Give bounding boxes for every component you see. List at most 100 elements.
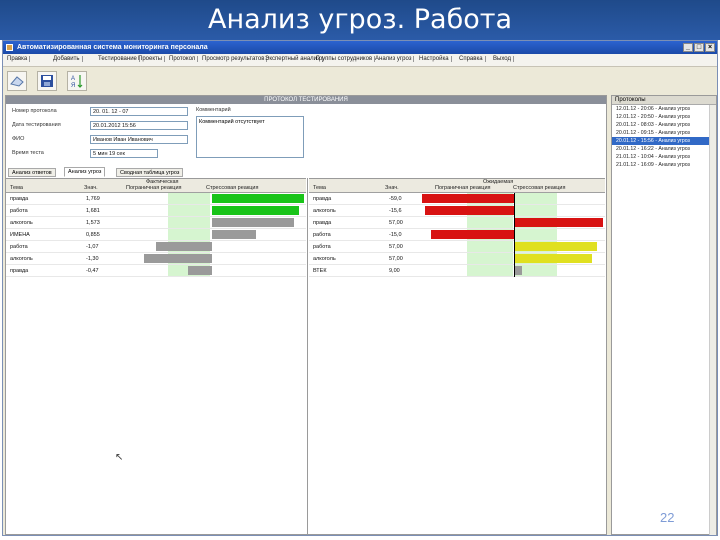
table-row[interactable]: ВТЕК 9,00 (309, 265, 605, 277)
protocol-list-item[interactable]: 20.01.12 - 15:56 - Анализ угроз (612, 137, 716, 145)
threat-bar (514, 242, 597, 251)
field-number[interactable]: 20. 01. 12 - 07 (90, 107, 188, 116)
table-row[interactable]: работа -15,0 (309, 229, 605, 241)
table-row[interactable]: алкоголь 1,573 (6, 217, 306, 229)
table-divider (307, 178, 308, 534)
protocol-list-item[interactable]: 21.01.12 - 16:09 - Анализ угроз (612, 161, 716, 169)
open-button[interactable] (7, 71, 27, 91)
col-stress-reaction: Стрессовая реакция (206, 185, 259, 191)
threat-bar (212, 206, 300, 215)
actual-table: Фактическая Тема Знач. Пограничная реакц… (6, 178, 306, 534)
table-row[interactable]: правда -59,0 (309, 193, 605, 205)
table-row[interactable]: работа 1,681 (6, 205, 306, 217)
threat-bar (212, 230, 257, 239)
topic-cell: алкоголь (313, 256, 336, 262)
protocols-list-panel: Протоколы 12.01.12 - 20:06 - Анализ угро… (611, 95, 717, 535)
protocol-list-item[interactable]: 20.01.12 - 09:15 - Анализ угроз (612, 129, 716, 137)
field-date[interactable]: 20.01.2012 15:56 (90, 121, 188, 130)
field-label-time: Время теста (12, 150, 44, 156)
field-label-name: ФИО (12, 136, 25, 142)
window-titlebar: Автоматизированная система мониторинга п… (3, 41, 717, 54)
table-row[interactable]: алкоголь -1,30 (6, 253, 306, 265)
protocol-list-item[interactable]: 21.01.12 - 10:04 - Анализ угроз (612, 153, 716, 161)
table-row[interactable]: алкоголь -15,6 (309, 205, 605, 217)
field-name[interactable]: Иванов Иван Иванович (90, 135, 188, 144)
minimize-button[interactable]: _ (683, 43, 693, 52)
menu-settings[interactable]: Настройка (419, 56, 452, 62)
protocol-header: ПРОТОКОЛ ТЕСТИРОВАНИЯ (6, 96, 606, 104)
menu-protocol[interactable]: Протокол (169, 56, 199, 62)
table-row[interactable]: работа 57,00 (309, 241, 605, 253)
app-window: Автоматизированная система мониторинга п… (2, 40, 718, 536)
protocol-list-item[interactable]: 12.01.12 - 20:50 - Анализ угроз (612, 113, 716, 121)
tab-bar: Анализ ответов Анализ угроз Сводная табл… (6, 167, 606, 177)
threat-bar (425, 206, 514, 215)
threat-bar (421, 194, 514, 203)
maximize-button[interactable]: □ (694, 43, 704, 52)
value-cell: 1,681 (86, 208, 100, 214)
topic-cell: правда (10, 196, 29, 202)
table-row[interactable]: правда 1,769 (6, 193, 306, 205)
col-stress-reaction: Стрессовая реакция (513, 185, 566, 191)
topic-cell: работа (313, 232, 331, 238)
table-row[interactable]: алкоголь 57,00 (309, 253, 605, 265)
zero-axis-line (514, 193, 515, 277)
threat-bar (514, 254, 592, 263)
value-cell: 57,00 (389, 256, 403, 262)
page-number: 22 (660, 510, 675, 525)
col-border-reaction: Пограничная реакция (126, 185, 182, 191)
threat-bar (514, 266, 522, 275)
protocol-list-item[interactable]: 12.01.12 - 20:06 - Анализ угроз (612, 105, 716, 113)
protocol-list-item[interactable]: 20.01.12 - 16:22 - Анализ угроз (612, 145, 716, 153)
value-cell: 9,00 (389, 268, 400, 274)
tab-threats[interactable]: Анализ угроз (64, 167, 106, 177)
comment-label: Комментарий (196, 107, 231, 113)
value-cell: 1,573 (86, 220, 100, 226)
table-row[interactable]: правда -0,47 (6, 265, 306, 277)
window-title: Автоматизированная система мониторинга п… (17, 44, 208, 51)
menu-edit[interactable]: Правка (7, 56, 31, 62)
menu-projects[interactable]: Проекты (138, 56, 166, 62)
table-row[interactable]: правда 57,00 (309, 217, 605, 229)
save-icon (41, 75, 53, 87)
save-button[interactable] (37, 71, 57, 91)
value-cell: -1,07 (86, 244, 99, 250)
sort-icon: A Я (71, 75, 83, 89)
field-time[interactable]: 5 мин 19 сек (90, 149, 158, 158)
value-cell: 1,769 (86, 196, 100, 202)
protocol-list-item[interactable]: 20.01.12 - 08:03 - Анализ угроз (612, 121, 716, 129)
menu-testing[interactable]: Тестирование (98, 56, 140, 62)
menu-help[interactable]: Справка (459, 56, 486, 62)
value-cell: -0,47 (86, 268, 99, 274)
slide-header: Анализ угроз. Работа (0, 0, 720, 40)
table-row[interactable]: работа -1,07 (6, 241, 306, 253)
tab-summary[interactable]: Сводная таблица угроз (116, 168, 184, 177)
menu-add[interactable]: Добавить (53, 56, 83, 62)
threat-bar (187, 266, 212, 275)
menu-groups[interactable]: Группы сотрудников (316, 56, 376, 62)
sort-button[interactable]: A Я (67, 71, 87, 91)
topic-cell: алкоголь (10, 220, 33, 226)
topic-cell: работа (313, 244, 331, 250)
protocols-scrollbar[interactable] (709, 105, 716, 535)
value-cell: -15,6 (389, 208, 402, 214)
menu-exit[interactable]: Выход (493, 56, 514, 62)
mouse-cursor-icon: ↖ (115, 452, 124, 463)
menu-threats[interactable]: Анализ угроз (375, 56, 415, 62)
col-value: Знач. (84, 185, 98, 191)
threat-bar (144, 254, 212, 263)
app-icon (6, 44, 13, 51)
menu-expert[interactable]: Экспертный анализ (265, 56, 323, 62)
tab-answers[interactable]: Анализ ответов (8, 168, 56, 177)
svg-text:A: A (71, 76, 75, 82)
slide-title: Анализ угроз. Работа (207, 4, 513, 35)
comment-box[interactable]: Комментарий отсутствует (196, 116, 304, 158)
close-button[interactable]: × (705, 43, 715, 52)
threat-bar (514, 218, 603, 227)
field-label-date: Дата тестирования (12, 122, 61, 128)
table-row[interactable]: ИМЕНА 0,855 (6, 229, 306, 241)
topic-cell: правда (313, 220, 332, 226)
topic-cell: правда (10, 268, 29, 274)
topic-cell: ВТЕК (313, 268, 327, 274)
menu-results[interactable]: Просмотр результатов (202, 56, 268, 62)
